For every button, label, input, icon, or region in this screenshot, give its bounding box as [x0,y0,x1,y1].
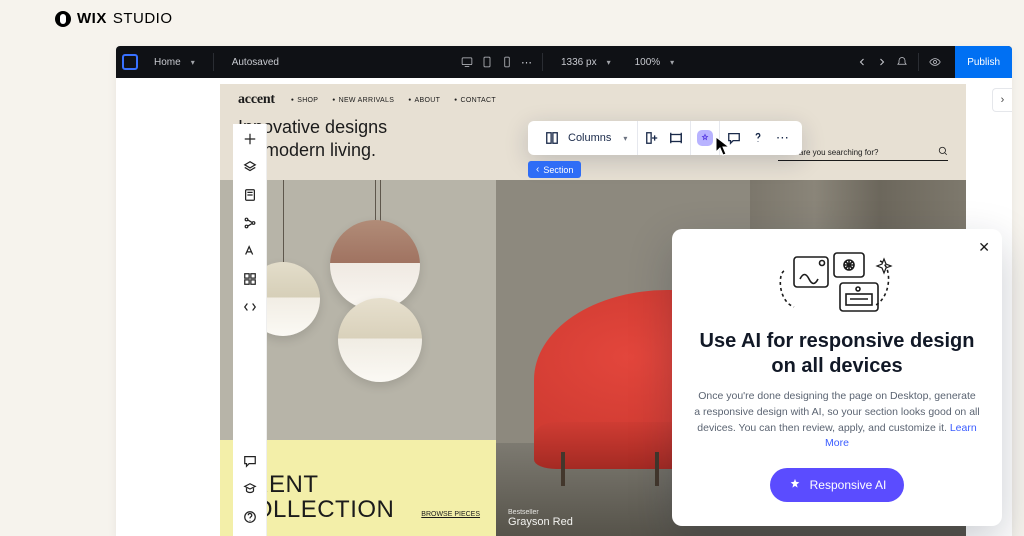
more-breakpoints-icon[interactable]: ⋯ [521,56,532,69]
help-icon[interactable] [241,508,259,526]
site-nav: SHOP NEW ARRIVALS ABOUT CONTACT [291,97,496,104]
close-icon[interactable]: ✕ [978,239,990,256]
undo-icon[interactable] [856,56,868,68]
page-selector[interactable]: Home [146,52,203,72]
sparkle-ai-icon[interactable] [697,130,713,146]
inspector-toggle-icon[interactable] [992,88,1012,112]
editor-topbar: Home Autosaved ⋯ 1336 px 100% Publish [116,46,1012,78]
learn-icon[interactable] [241,480,259,498]
section-chip[interactable]: Section [528,161,581,178]
autosave-status: Autosaved [224,52,287,72]
publish-button[interactable]: Publish [955,46,1012,78]
search-icon[interactable] [938,146,948,158]
apps-icon[interactable] [241,270,259,288]
popup-body: Once you're done designing the page on D… [694,389,980,452]
nav-shop[interactable]: SHOP [291,97,318,104]
brand-light: STUDIO [113,10,173,27]
add-column-icon[interactable] [644,130,660,146]
nav-new[interactable]: NEW ARRIVALS [332,97,394,104]
stretch-icon[interactable] [668,130,684,146]
nav-about[interactable]: ABOUT [408,97,440,104]
browse-link[interactable]: BROWSE PIECES [421,511,480,522]
notifications-icon[interactable] [896,56,908,68]
cta-label: Responsive AI [810,478,887,492]
layout-dropdown[interactable]: Columns [534,121,638,155]
site-search[interactable]: What are you searching for? [778,146,948,161]
site-brand[interactable]: accent [238,92,275,108]
canvas-width[interactable]: 1336 px [553,52,619,72]
product-caption: Bestseller Grayson Red [496,501,585,536]
pages-icon[interactable] [241,186,259,204]
toolbar-more-icon[interactable]: ⋯ [774,130,790,146]
layers-icon[interactable] [241,158,259,176]
popup-illustration [694,251,980,315]
preview-icon[interactable] [929,56,941,68]
mobile-icon[interactable] [501,56,513,68]
wix-studio-logo: WIX STUDIO [55,10,173,27]
app-menu-icon[interactable] [122,54,138,70]
wix-logo-icon [55,11,71,27]
nav-contact[interactable]: CONTACT [454,97,496,104]
site-structure-icon[interactable] [241,214,259,232]
brand-bold: WIX [77,10,107,27]
columns-label: Columns [568,132,611,144]
redo-icon[interactable] [876,56,888,68]
columns-icon [544,130,560,146]
tablet-icon[interactable] [481,56,493,68]
caption-key: Bestseller [508,509,573,516]
cursor-icon [715,136,731,156]
responsive-ai-button[interactable]: Responsive AI [770,468,905,502]
layout-tools [638,121,691,155]
section-edit-toolbar: Columns ⋯ [528,121,802,155]
left-rail [233,124,267,536]
site-header: accent SHOP NEW ARRIVALS ABOUT CONTACT [220,84,966,116]
desktop-icon[interactable] [461,56,473,68]
code-icon[interactable] [241,298,259,316]
device-switcher: ⋯ [461,56,532,69]
add-icon[interactable] [241,130,259,148]
responsive-ai-popup: ✕ Use AI for responsive design on all de… [672,229,1002,526]
page-name: Home [154,57,181,68]
zoom-level[interactable]: 100% [627,52,683,72]
comments-icon[interactable] [241,452,259,470]
text-theme-icon[interactable] [241,242,259,260]
popup-title: Use AI for responsive design on all devi… [694,329,980,379]
caption-value: Grayson Red [508,516,573,528]
sparkle-icon [788,478,802,492]
toolbar-help-icon[interactable] [750,130,766,146]
misc-tools: ⋯ [720,121,796,155]
